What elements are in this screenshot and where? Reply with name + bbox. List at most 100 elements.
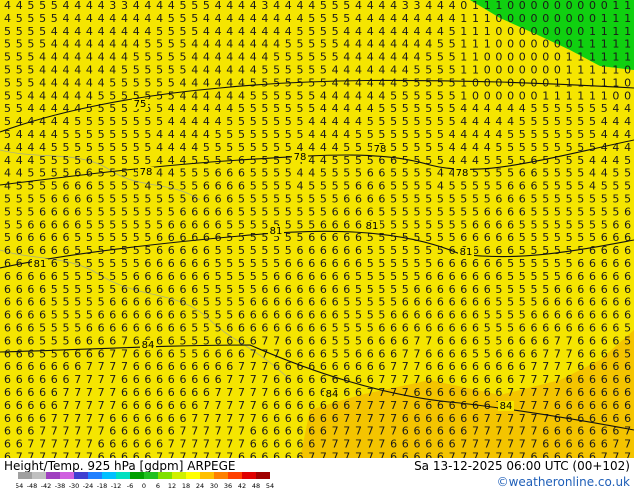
temperature-value: 6 (51, 193, 58, 206)
temperature-value: 4 (355, 89, 362, 102)
temperature-value: 6 (355, 360, 362, 373)
scale-swatch (74, 472, 88, 479)
temperature-value: 3 (261, 0, 268, 12)
temperature-value: 5 (367, 270, 374, 283)
temperature-value: 5 (390, 167, 397, 180)
temperature-value: 5 (238, 244, 245, 257)
temperature-value: 7 (203, 425, 210, 438)
temperature-value: 5 (226, 128, 233, 141)
temperature-value: 5 (180, 64, 187, 77)
temperature-value: 5 (320, 180, 327, 193)
temperature-value: 5 (425, 193, 432, 206)
temperature-value: 6 (472, 373, 479, 386)
temperature-value: 7 (367, 425, 374, 438)
temperature-value: 6 (297, 373, 304, 386)
temperature-value: 6 (519, 205, 526, 218)
temperature-value: 5 (355, 167, 362, 180)
temperature-value: 6 (460, 283, 467, 296)
temperature-value: 6 (261, 309, 268, 322)
temperature-value: 5 (425, 128, 432, 141)
temperature-value: 4 (507, 102, 514, 115)
temperature-value: 5 (180, 167, 187, 180)
temperature-value: 5 (437, 154, 444, 167)
temperature-value: 5 (460, 205, 467, 218)
credit-link[interactable]: ©weatheronline.co.uk (497, 475, 630, 489)
temperature-value: 7 (86, 412, 93, 425)
temperature-value: 5 (144, 141, 151, 154)
temperature-value: 5 (589, 141, 596, 154)
temperature-value: 6 (297, 283, 304, 296)
temperature-value: 7 (215, 412, 222, 425)
temperature-value: 7 (566, 334, 573, 347)
temperature-value: 6 (343, 193, 350, 206)
temperature-value: 4 (601, 154, 608, 167)
temperature-value: 7 (624, 425, 631, 438)
temperature-value: 6 (16, 438, 23, 451)
temperature-value: 7 (51, 425, 58, 438)
temperature-value: 4 (63, 25, 70, 38)
temperature-value: 5 (261, 218, 268, 231)
temperature-value: 7 (121, 347, 128, 360)
temperature-value: 1 (577, 38, 584, 51)
temperature-value: 5 (414, 76, 421, 89)
temperature-value: 6 (624, 399, 631, 412)
temperature-value: 4 (51, 25, 58, 38)
temperature-value: 6 (180, 244, 187, 257)
temperature-value: 6 (27, 373, 34, 386)
temperature-value: 4 (484, 102, 491, 115)
temperature-value: 7 (226, 399, 233, 412)
temperature-value: 6 (460, 399, 467, 412)
temperature-value: 6 (367, 347, 374, 360)
temperature-value: 6 (601, 399, 608, 412)
temperature-value: 6 (285, 425, 292, 438)
temperature-value: 4 (449, 0, 456, 12)
temperature-value: 5 (238, 193, 245, 206)
temperature-value: 5 (109, 167, 116, 180)
temperature-value: 5 (449, 218, 456, 231)
temperature-value: 3 (402, 0, 409, 12)
temperature-value: 4 (98, 12, 105, 25)
temperature-value: 5 (484, 309, 491, 322)
temperature-value: 6 (51, 386, 58, 399)
temperature-value: 1 (601, 51, 608, 64)
temperature-value: 4 (355, 25, 362, 38)
temperature-value: 4 (51, 128, 58, 141)
scale-tick: 6 (156, 482, 160, 490)
temperature-value: 6 (589, 347, 596, 360)
temperature-value: 4 (414, 38, 421, 51)
temperature-value: 5 (156, 64, 163, 77)
temperature-value: 7 (27, 438, 34, 451)
temperature-value: 6 (285, 399, 292, 412)
temperature-value: 5 (63, 283, 70, 296)
temperature-value: 6 (308, 425, 315, 438)
scale-tick: 30 (210, 482, 218, 490)
temperature-value: 5 (168, 12, 175, 25)
temperature-value: 6 (27, 270, 34, 283)
temperature-value: 5 (414, 244, 421, 257)
temperature-value: 6 (472, 283, 479, 296)
temperature-value: 5 (261, 115, 268, 128)
temperature-value: 4 (425, 0, 432, 12)
temperature-value: 6 (133, 386, 140, 399)
temperature-value: 5 (449, 38, 456, 51)
temperature-value: 5 (390, 244, 397, 257)
temperature-value: 7 (180, 438, 187, 451)
temperature-value: 6 (566, 309, 573, 322)
temperature-value: 5 (39, 154, 46, 167)
temperature-value: 7 (238, 373, 245, 386)
temperature-value: 5 (378, 205, 385, 218)
temperature-value: 5 (542, 141, 549, 154)
temperature-value: 6 (133, 373, 140, 386)
temperature-value: 6 (577, 373, 584, 386)
temperature-value: 6 (144, 425, 151, 438)
temperature-value: 5 (390, 257, 397, 270)
temperature-value: 5 (39, 25, 46, 38)
temperature-value: 4 (39, 115, 46, 128)
temperature-value: 7 (495, 438, 502, 451)
temperature-value: 5 (297, 38, 304, 51)
temperature-value: 6 (144, 399, 151, 412)
temperature-value: 5 (390, 270, 397, 283)
temperature-value: 6 (39, 231, 46, 244)
temperature-value: 5 (144, 154, 151, 167)
temperature-value: 7 (273, 334, 280, 347)
